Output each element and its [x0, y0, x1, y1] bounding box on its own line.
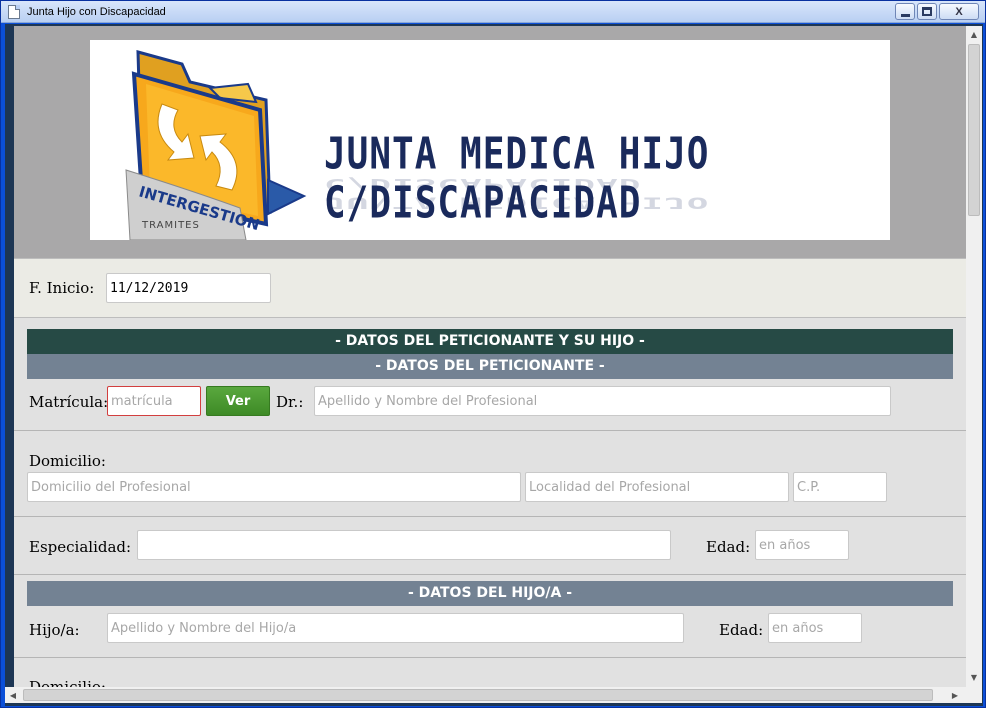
edad-hijo-input[interactable]: [768, 613, 862, 643]
hijo-name-input[interactable]: [107, 613, 684, 643]
section-title-peticionante: - DATOS DEL PETICIONANTE -: [27, 354, 953, 379]
banner-title-reflection: JUNTA MEDICA HIJO C/DISCAPACIDAD: [324, 175, 710, 212]
minimize-icon: [900, 13, 910, 17]
dr-label: Dr.:: [276, 393, 304, 411]
maximize-icon: [922, 7, 932, 16]
minimize-button[interactable]: [895, 3, 915, 20]
scroll-right-icon[interactable]: ▶: [947, 691, 963, 700]
logo-text-sub: TRAMITES: [141, 220, 200, 231]
fecha-inicio-label: F. Inicio:: [29, 279, 95, 297]
domicilio-label: Domicilio:: [29, 452, 106, 470]
localidad-profesional-input[interactable]: [525, 472, 789, 502]
scroll-left-icon[interactable]: ◀: [5, 691, 21, 700]
title-bar[interactable]: Junta Hijo con Discapacidad X: [1, 1, 985, 23]
domicilio-hijo-label: Domicilio:: [29, 678, 106, 687]
scroll-down-icon[interactable]: ▼: [966, 673, 982, 682]
client-area: INTERGESTION TRAMITES JUNTA MEDICA HIJO …: [5, 24, 983, 706]
scrollbar-corner: [966, 687, 982, 703]
window-title: Junta Hijo con Discapacidad: [27, 5, 166, 18]
divider: [14, 657, 966, 658]
matricula-input[interactable]: [107, 386, 201, 416]
cp-input[interactable]: [793, 472, 887, 502]
matricula-label: Matrícula:: [29, 393, 109, 411]
fecha-inicio-input[interactable]: [106, 273, 271, 303]
profesional-name-input[interactable]: [314, 386, 891, 416]
domicilio-profesional-input[interactable]: [27, 472, 521, 502]
intergestion-logo: INTERGESTION TRAMITES: [125, 50, 307, 240]
scroll-up-icon[interactable]: ▲: [966, 30, 982, 39]
vertical-scroll-thumb[interactable]: [968, 44, 980, 216]
app-window: Junta Hijo con Discapacidad X INTERGESTI…: [0, 0, 986, 708]
especialidad-label: Especialidad:: [29, 538, 132, 556]
edad-hijo-label: Edad:: [719, 621, 764, 639]
divider: [14, 430, 966, 431]
section-title-peticionante-y-hijo: - DATOS DEL PETICIONANTE Y SU HIJO -: [27, 329, 953, 354]
form-viewport: INTERGESTION TRAMITES JUNTA MEDICA HIJO …: [14, 26, 966, 687]
horizontal-scrollbar[interactable]: ◀ ▶: [5, 687, 966, 703]
especialidad-input[interactable]: [137, 530, 671, 560]
close-button[interactable]: X: [939, 3, 979, 20]
section-title-hijo: - DATOS DEL HIJO/A -: [27, 581, 953, 606]
banner: INTERGESTION TRAMITES JUNTA MEDICA HIJO …: [90, 40, 890, 240]
document-icon: [8, 4, 20, 19]
window-controls: X: [895, 3, 979, 20]
ver-button[interactable]: Ver: [206, 386, 270, 416]
edad-profesional-input[interactable]: [755, 530, 849, 560]
horizontal-scroll-thumb[interactable]: [23, 689, 933, 701]
divider: [14, 516, 966, 517]
vertical-scrollbar[interactable]: ▲ ▼: [966, 26, 982, 687]
divider: [14, 574, 966, 575]
edad-profesional-label: Edad:: [706, 538, 751, 556]
close-icon: X: [955, 5, 963, 18]
hijo-label: Hijo/a:: [29, 621, 80, 639]
maximize-button[interactable]: [917, 3, 937, 20]
